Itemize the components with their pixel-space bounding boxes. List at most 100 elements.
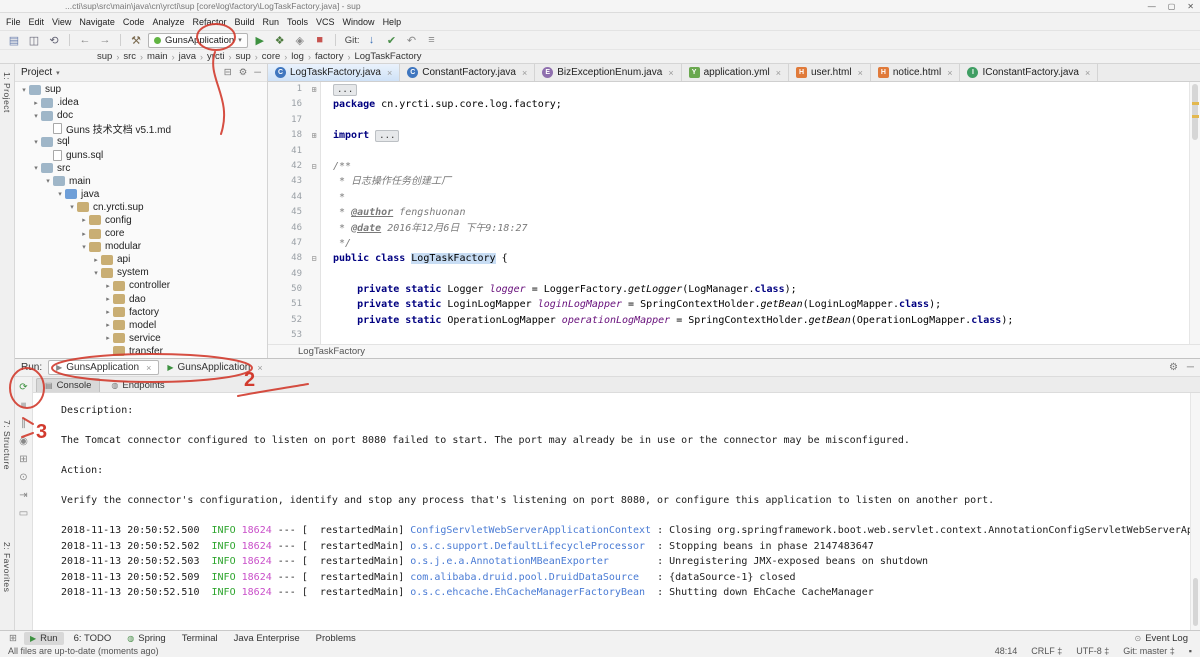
console-scrollbar[interactable] xyxy=(1190,393,1200,630)
code-text[interactable]: * @author fengshuonan xyxy=(321,205,465,220)
chevron-icon[interactable]: ▾ xyxy=(31,164,41,172)
chevron-icon[interactable]: ▾ xyxy=(79,243,89,251)
menu-edit[interactable]: Edit xyxy=(25,17,49,27)
scroll-to-end-icon[interactable]: ⇥ xyxy=(19,490,27,503)
chevron-icon[interactable]: ▾ xyxy=(67,203,77,211)
chevron-icon[interactable]: ▾ xyxy=(55,190,65,198)
toolwindow-button-project[interactable]: 1: Project xyxy=(2,72,12,113)
fold-marker-icon[interactable]: ⊞ xyxy=(308,128,321,143)
statusbar-button-event-log[interactable]: ⊙Event Log xyxy=(1129,632,1195,645)
open-icon[interactable]: ▤ xyxy=(6,34,22,47)
build-icon[interactable]: ⚒ xyxy=(128,34,144,47)
tree-item-cn-yrcti-sup[interactable]: ▾cn.yrcti.sup xyxy=(15,201,267,214)
debug-icon[interactable]: ❖ xyxy=(272,34,288,47)
tree-item-factory[interactable]: ▸factory xyxy=(15,306,267,319)
coverage-icon[interactable]: ◈ xyxy=(292,34,308,47)
tree-item-controller[interactable]: ▸controller xyxy=(15,279,267,292)
breadcrumb-item-sup[interactable]: sup xyxy=(95,51,114,62)
close-tab-icon[interactable]: × xyxy=(387,68,392,78)
error-stripe-mark[interactable] xyxy=(1192,102,1199,105)
menu-refactor[interactable]: Refactor xyxy=(188,17,230,27)
tree-item-sql[interactable]: ▾sql xyxy=(15,135,267,148)
pause-output-icon[interactable]: ∥ xyxy=(21,418,26,431)
editor-breadcrumb[interactable]: LogTaskFactory xyxy=(268,344,1200,358)
tree-item-transfer[interactable]: transfer xyxy=(15,345,267,358)
fold-marker-icon[interactable]: ⊟ xyxy=(308,251,321,266)
maximize-icon[interactable]: ▢ xyxy=(1168,2,1176,11)
code-text[interactable] xyxy=(321,144,333,159)
console-log-line[interactable]: 2018-11-13 20:50:52.500 INFO 18624 --- [… xyxy=(61,523,1200,539)
tree-item-java[interactable]: ▾java xyxy=(15,188,267,201)
git-branch[interactable]: Git: master ‡ xyxy=(1123,646,1175,656)
pin-tab-icon[interactable]: ⊙ xyxy=(19,472,27,485)
chevron-icon[interactable]: ▸ xyxy=(31,99,41,107)
editor-tab-notice-html[interactable]: Hnotice.html× xyxy=(871,64,961,81)
breadcrumb-item-sup[interactable]: sup xyxy=(233,51,252,62)
tree-item-guns-v5-1-md[interactable]: Guns 技术文档 v5.1.md xyxy=(15,122,267,135)
breadcrumb-item-core[interactable]: core xyxy=(260,51,282,62)
code-text[interactable] xyxy=(321,267,333,282)
tree-item-config[interactable]: ▸config xyxy=(15,214,267,227)
project-panel-title[interactable]: Project xyxy=(21,67,52,78)
statusbar-button-terminal[interactable]: Terminal xyxy=(176,632,224,645)
rerun-icon[interactable]: ⟳ xyxy=(19,382,27,395)
close-tab-icon[interactable]: × xyxy=(257,363,262,373)
statusbar-button-problems[interactable]: Problems xyxy=(310,632,362,645)
code-text[interactable]: private static Logger logger = LoggerFac… xyxy=(321,282,797,297)
chevron-icon[interactable]: ▸ xyxy=(103,334,113,342)
breadcrumb-item-factory[interactable]: factory xyxy=(313,51,346,62)
menu-code[interactable]: Code xyxy=(119,17,149,27)
menu-navigate[interactable]: Navigate xyxy=(75,17,119,27)
console-log-line[interactable]: 2018-11-13 20:50:52.509 INFO 18624 --- [… xyxy=(61,570,1200,586)
sync-icon[interactable]: ⟲ xyxy=(46,34,62,47)
thread-dump-icon[interactable]: ◉ xyxy=(19,436,28,449)
error-stripe-mark[interactable] xyxy=(1192,115,1199,118)
editor-scrollbar[interactable] xyxy=(1189,82,1200,344)
tree-item-system[interactable]: ▾system xyxy=(15,266,267,279)
menu-build[interactable]: Build xyxy=(230,17,258,27)
code-text[interactable] xyxy=(321,113,333,128)
code-text[interactable]: * @date 2016年12月6日 下午9:18:27 xyxy=(321,221,528,236)
run-tab-gunsapplication-1[interactable]: ▶GunsApplication× xyxy=(48,360,159,375)
tree-item-sup[interactable]: ▾sup xyxy=(15,83,267,96)
statusbar-button-6-todo[interactable]: 6: TODO xyxy=(68,632,118,645)
stop-icon[interactable]: ■ xyxy=(20,400,26,413)
menu-help[interactable]: Help xyxy=(379,17,406,27)
tree-item-core[interactable]: ▸core xyxy=(15,227,267,240)
breadcrumb-item-java[interactable]: java xyxy=(177,51,198,62)
tree-item-api[interactable]: ▸api xyxy=(15,253,267,266)
collapse-all-icon[interactable]: ⊟ xyxy=(224,67,232,78)
editor-tab-bizexceptionenum-java[interactable]: EBizExceptionEnum.java× xyxy=(535,64,681,81)
tree-item-service[interactable]: ▸service xyxy=(15,332,267,345)
fold-marker-icon[interactable]: ⊟ xyxy=(308,159,321,174)
code-text[interactable]: private static LoginLogMapper loginLogMa… xyxy=(321,297,941,312)
history-icon[interactable]: ≡ xyxy=(423,34,439,46)
code-text[interactable]: * 日志操作任务创建工厂 xyxy=(321,174,451,189)
line-separator[interactable]: CRLF ‡ xyxy=(1031,646,1062,656)
fold-marker-icon[interactable]: ⊞ xyxy=(308,82,321,97)
stop-icon[interactable]: ■ xyxy=(312,34,328,46)
chevron-icon[interactable]: ▸ xyxy=(79,230,89,238)
chevron-icon[interactable]: ▸ xyxy=(103,295,113,303)
chevron-icon[interactable]: ▾ xyxy=(31,112,41,120)
code-text[interactable]: ... xyxy=(321,82,357,97)
chevron-icon[interactable]: ▾ xyxy=(31,138,41,146)
settings-icon[interactable]: ⚙ xyxy=(1169,362,1178,373)
encoding[interactable]: UTF-8 ‡ xyxy=(1076,646,1109,656)
code-text[interactable]: private static OperationLogMapper operat… xyxy=(321,313,1013,328)
breadcrumb-item-yrcti[interactable]: yrcti xyxy=(205,51,226,62)
chevron-icon[interactable]: ▾ xyxy=(91,269,101,277)
close-icon[interactable]: ✕ xyxy=(1187,2,1194,11)
menu-tools[interactable]: Tools xyxy=(283,17,312,27)
run-config-select[interactable]: GunsApplication▾ xyxy=(148,33,248,48)
code-text[interactable]: package cn.yrcti.sup.core.log.factory; xyxy=(321,97,562,112)
code-text[interactable]: /** xyxy=(321,159,351,174)
run-icon[interactable]: ▶ xyxy=(252,34,268,47)
tree-item-src[interactable]: ▾src xyxy=(15,162,267,175)
hide-icon[interactable]: ─ xyxy=(1187,362,1194,373)
menu-run[interactable]: Run xyxy=(259,17,284,27)
rollback-icon[interactable]: ↶ xyxy=(403,34,419,47)
code-text[interactable]: */ xyxy=(321,236,351,251)
scrollbar-thumb[interactable] xyxy=(1193,578,1198,626)
menu-file[interactable]: File xyxy=(2,17,25,27)
